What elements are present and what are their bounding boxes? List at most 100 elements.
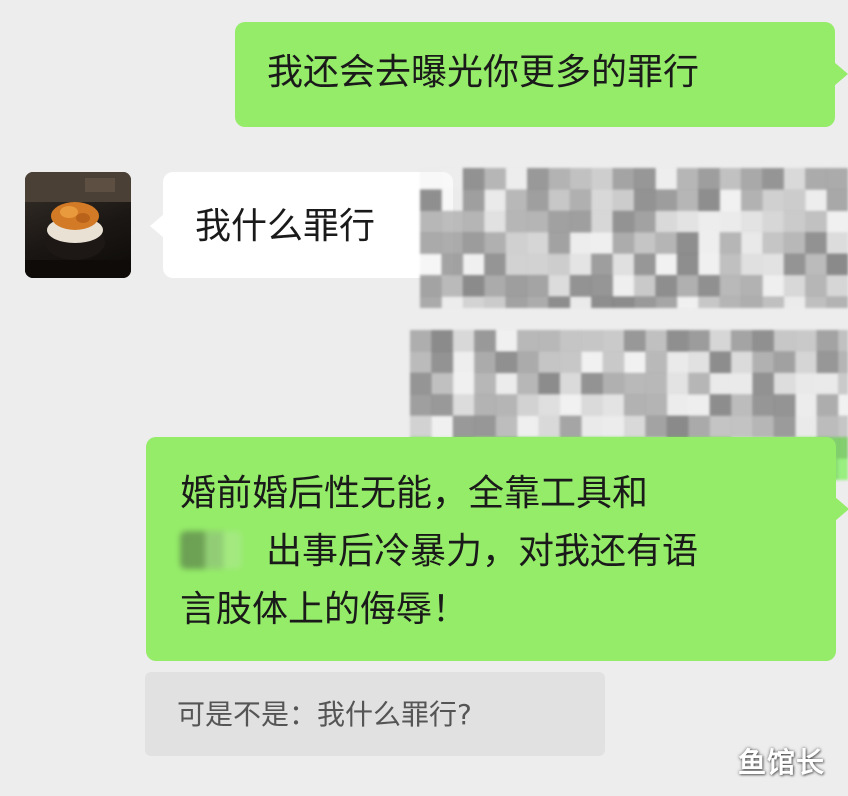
mosaic-cell — [505, 189, 528, 212]
mosaic-cell — [431, 394, 454, 417]
mosaic-cell — [548, 168, 571, 190]
contact-avatar[interactable] — [25, 172, 131, 278]
mosaic-cell — [676, 275, 699, 297]
mosaic-cell — [517, 330, 539, 352]
mosaic-cell — [484, 253, 507, 276]
mosaic-cell — [559, 330, 582, 352]
mosaic-cell — [548, 232, 571, 255]
mosaic-cell — [731, 351, 753, 374]
mosaic-cell — [484, 296, 507, 308]
mosaic-cell — [676, 189, 699, 212]
mosaic-cell — [676, 232, 699, 255]
mosaic-cell — [773, 415, 796, 438]
mosaic-cell — [741, 232, 763, 255]
mosaic-cell — [591, 275, 614, 297]
mosaic-cell — [838, 458, 848, 480]
mosaic-cell — [783, 168, 806, 190]
mosaic-cell — [783, 275, 806, 297]
mosaic-cell — [634, 189, 656, 212]
message-bubble-sent[interactable]: 我还会去曝光你更多的罪行 — [235, 22, 848, 127]
mosaic-cell — [666, 330, 689, 352]
mosaic-cell — [838, 372, 848, 395]
mosaic-cell — [826, 189, 848, 212]
mosaic-cell — [420, 232, 442, 255]
mosaic-cell — [569, 253, 592, 276]
mosaic-cell — [655, 168, 678, 190]
mosaic-cell — [441, 232, 464, 255]
mosaic-cell — [452, 372, 475, 395]
mosaic-cell — [838, 330, 848, 352]
mosaic-cell — [517, 372, 539, 395]
mosaic-cell — [826, 275, 848, 297]
mosaic-cell — [612, 253, 635, 276]
message-text-line: 婚前婚后性无能，全靠工具和 — [180, 473, 649, 514]
mosaic-cell — [569, 189, 592, 212]
message-text-line: 言肢体上的侮辱！ — [180, 589, 469, 630]
mosaic-cell — [548, 253, 571, 276]
mosaic-cell — [816, 330, 839, 352]
mosaic-cell — [452, 394, 475, 417]
mosaic-cell — [624, 372, 646, 395]
mosaic-cell — [495, 351, 518, 374]
mosaic-cell — [688, 394, 711, 417]
mosaic-cell — [484, 275, 507, 297]
mosaic-cell — [698, 253, 721, 276]
mosaic-cell — [474, 372, 497, 395]
mosaic-cell — [462, 232, 485, 255]
mosaic-cell — [795, 394, 818, 417]
mosaic-cell — [731, 394, 753, 417]
mosaic-cell — [655, 210, 678, 233]
message-bubble-received[interactable]: 我什么罪行 — [150, 172, 453, 278]
message-text: 出事后冷暴力，对我还有语 — [266, 531, 699, 572]
mosaic-cell — [783, 189, 806, 212]
message-text: 我什么罪行 — [195, 206, 376, 247]
mosaic-cell — [816, 372, 839, 395]
mosaic-cell — [462, 275, 485, 297]
mosaic-cell — [719, 253, 742, 276]
mosaic-cell — [655, 296, 678, 308]
mosaic-cell — [752, 394, 775, 417]
mosaic-cell — [602, 372, 625, 395]
mosaic-cell — [719, 296, 742, 308]
mosaic-cell — [709, 351, 732, 374]
message-text-line-with-redaction: 出事后冷暴力，对我还有语 — [180, 523, 806, 581]
mosaic-cell — [698, 296, 721, 308]
mosaic-cell — [719, 168, 742, 190]
mosaic-cell — [762, 232, 785, 255]
mosaic-cell — [741, 210, 763, 233]
mosaic-cell — [527, 210, 549, 233]
mosaic-cell — [474, 330, 497, 352]
mosaic-cell — [655, 275, 678, 297]
mosaic-cell — [452, 415, 475, 438]
mosaic-cell — [602, 415, 625, 438]
quoted-reply[interactable]: 可是不是：我什么罪行? — [145, 672, 605, 756]
mosaic-cell — [731, 415, 753, 438]
mosaic-cell — [420, 189, 442, 212]
mosaic-cell — [581, 394, 604, 417]
mosaic-cell — [484, 210, 507, 233]
mosaic-cell — [420, 210, 442, 233]
mosaic-cell — [474, 351, 497, 374]
mosaic-cell — [731, 330, 753, 352]
mosaic-cell — [634, 210, 656, 233]
mosaic-cell — [505, 232, 528, 255]
mosaic-cell — [795, 330, 818, 352]
mosaic-cell — [484, 168, 507, 190]
mosaic-cell — [752, 351, 775, 374]
mosaic-cell — [505, 168, 528, 190]
mosaic-cell — [805, 296, 828, 308]
mosaic-cell — [666, 372, 689, 395]
mosaic-cell — [591, 168, 614, 190]
mosaic-cell — [581, 330, 604, 352]
mosaic-cell — [773, 394, 796, 417]
mosaic-cell — [666, 351, 689, 374]
mosaic-cell — [655, 253, 678, 276]
message-bubble-sent[interactable]: 婚前婚后性无能，全靠工具和 出事后冷暴力，对我还有语 言肢体上的侮辱！ — [146, 437, 848, 661]
mosaic-cell — [805, 232, 828, 255]
mosaic-cell — [420, 296, 442, 308]
mosaic-cell — [666, 415, 689, 438]
mosaic-cell — [462, 189, 485, 212]
mosaic-cell — [591, 189, 614, 212]
mosaic-cell — [581, 351, 604, 374]
mosaic-cell — [559, 415, 582, 438]
